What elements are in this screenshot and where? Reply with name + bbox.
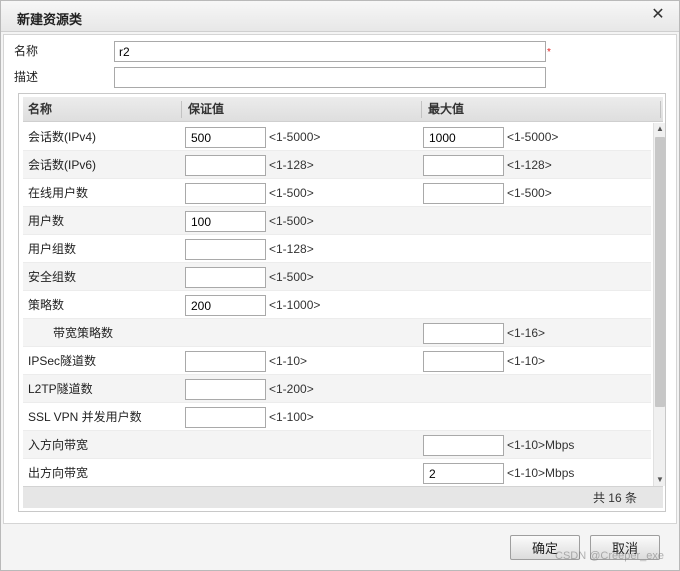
guaranteed-range: <1-1000>	[269, 298, 321, 312]
dialog-body: 名称 * 描述 名称 保证值 最大值 会话数(IPv4) <1-5000> <1-5…	[3, 34, 677, 524]
column-header-name[interactable]: 名称	[23, 97, 52, 122]
max-range: <1-16>	[507, 326, 546, 340]
table-row: 策略数 <1-1000>	[23, 291, 651, 319]
guaranteed-range: <1-128>	[269, 242, 314, 256]
table-row: 用户数 <1-500>	[23, 207, 651, 235]
table-row: L2TP隧道数 <1-200>	[23, 375, 651, 403]
required-mark: *	[547, 47, 551, 58]
name-label: 名称	[14, 44, 39, 58]
row-name: 安全组数	[28, 270, 77, 284]
table-row: 会话数(IPv6) <1-128> <1-128>	[23, 151, 651, 179]
row-name: L2TP隧道数	[28, 382, 93, 396]
row-name: 出方向带宽	[28, 466, 89, 480]
max-input[interactable]	[423, 351, 504, 372]
row-name: 带宽策略数	[53, 326, 114, 340]
row-name: 在线用户数	[28, 186, 89, 200]
grid-rows: 会话数(IPv4) <1-5000> <1-5000> 会话数(IPv6) <1-128…	[23, 123, 651, 486]
row-name: IPSec隧道数	[28, 354, 97, 368]
table-row: SSL VPN 并发用户数 <1-100>	[23, 403, 651, 431]
dialog-title: 新建资源类	[17, 12, 83, 27]
row-name: 策略数	[28, 298, 65, 312]
row-name: 入方向带宽	[28, 438, 89, 452]
guaranteed-input[interactable]	[185, 407, 266, 428]
close-icon[interactable]: ✕	[649, 6, 667, 24]
max-range: <1-10>	[507, 354, 546, 368]
table-row: 带宽策略数 <1-16>	[23, 319, 651, 347]
guaranteed-range: <1-500>	[269, 270, 314, 284]
guaranteed-input[interactable]	[185, 183, 266, 204]
max-input[interactable]	[423, 183, 504, 204]
max-range: <1-500>	[507, 186, 552, 200]
column-header-max[interactable]: 最大值	[423, 97, 464, 122]
guaranteed-range: <1-10>	[269, 354, 308, 368]
row-name: 用户组数	[28, 242, 77, 256]
table-row: 会话数(IPv4) <1-5000> <1-5000>	[23, 123, 651, 151]
table-row: IPSec隧道数 <1-10> <1-10>	[23, 347, 651, 375]
max-range: <1-10>Mbps	[507, 466, 575, 480]
guaranteed-range: <1-100>	[269, 410, 314, 424]
max-input[interactable]	[423, 435, 504, 456]
table-row: 在线用户数 <1-500> <1-500>	[23, 179, 651, 207]
row-name: SSL VPN 并发用户数	[28, 410, 142, 424]
row-name: 用户数	[28, 214, 65, 228]
table-row: 用户组数 <1-128>	[23, 235, 651, 263]
row-name: 会话数(IPv4)	[28, 130, 97, 144]
guaranteed-input[interactable]	[185, 379, 266, 400]
guaranteed-range: <1-500>	[269, 214, 314, 228]
grid-header: 名称 保证值 最大值	[23, 97, 663, 122]
max-range: <1-128>	[507, 158, 552, 172]
row-name: 会话数(IPv6)	[28, 158, 97, 172]
table-row: 入方向带宽 <1-10>Mbps	[23, 431, 651, 459]
guaranteed-range: <1-200>	[269, 382, 314, 396]
scroll-thumb[interactable]	[655, 137, 665, 407]
scroll-up-icon[interactable]: ▲	[654, 123, 666, 135]
scroll-down-icon[interactable]: ▼	[654, 474, 666, 486]
guaranteed-input[interactable]	[185, 211, 266, 232]
total-count: 共 16 条	[592, 491, 637, 505]
guaranteed-input[interactable]	[185, 295, 266, 316]
column-header-guaranteed[interactable]: 保证值	[183, 97, 224, 122]
max-input[interactable]	[423, 127, 504, 148]
guaranteed-input[interactable]	[185, 267, 266, 288]
table-row: 出方向带宽 <1-10>Mbps	[23, 459, 651, 486]
max-input[interactable]	[423, 323, 504, 344]
max-range: <1-10>Mbps	[507, 438, 575, 452]
guaranteed-input[interactable]	[185, 127, 266, 148]
description-input[interactable]	[114, 67, 546, 88]
grid-footer: 共 16 条	[23, 486, 663, 508]
guaranteed-range: <1-5000>	[269, 130, 321, 144]
name-input[interactable]	[114, 41, 546, 62]
guaranteed-input[interactable]	[185, 155, 266, 176]
guaranteed-range: <1-500>	[269, 186, 314, 200]
max-input[interactable]	[423, 155, 504, 176]
watermark: CSDN @Creeper_exe	[555, 550, 664, 562]
new-resource-class-dialog: 新建资源类 ✕ 名称 * 描述 名称 保证值 最大值 会话数(IPv4) <1-5…	[0, 0, 680, 571]
resource-grid: 名称 保证值 最大值 会话数(IPv4)<1-5000><1-5000>会话数(…	[18, 93, 666, 512]
grid-scrollbar[interactable]: ▲ ▼	[653, 123, 665, 486]
guaranteed-range: <1-128>	[269, 158, 314, 172]
max-input[interactable]	[423, 463, 504, 484]
table-row: 安全组数 <1-500>	[23, 263, 651, 291]
guaranteed-input[interactable]	[185, 239, 266, 260]
guaranteed-input[interactable]	[185, 351, 266, 372]
description-label: 描述	[14, 70, 39, 84]
dialog-titlebar[interactable]: 新建资源类 ✕	[1, 1, 679, 32]
max-range: <1-5000>	[507, 130, 559, 144]
